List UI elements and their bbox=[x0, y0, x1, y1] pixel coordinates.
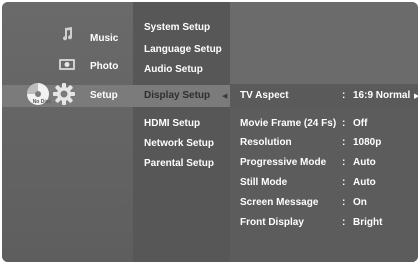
setup-menu-item-network[interactable]: Network Setup bbox=[144, 138, 214, 150]
option-label-progressive-mode[interactable]: Progressive Mode bbox=[240, 157, 326, 169]
gear-icon bbox=[53, 83, 75, 110]
main-menu-item-photo[interactable]: Photo bbox=[90, 61, 118, 73]
option-value-front-display[interactable]: Bright bbox=[353, 217, 382, 229]
option-value-resolution[interactable]: 1080p bbox=[353, 137, 381, 149]
option-value-still-mode[interactable]: Auto bbox=[353, 177, 376, 189]
option-label-front-display[interactable]: Front Display bbox=[240, 217, 304, 229]
setup-menu-panel bbox=[133, 2, 230, 262]
main-menu-item-music[interactable]: Music bbox=[90, 33, 118, 45]
disc-icon bbox=[26, 82, 50, 111]
photo-icon bbox=[58, 57, 76, 76]
options-panel-header bbox=[230, 2, 418, 84]
setup-menu-item-display[interactable]: Display Setup bbox=[144, 90, 210, 102]
music-note-icon bbox=[59, 26, 75, 47]
option-separator: : bbox=[342, 157, 346, 168]
option-label-still-mode[interactable]: Still Mode bbox=[240, 177, 287, 189]
main-menu-item-setup[interactable]: Setup bbox=[90, 90, 118, 102]
submenu-arrow-icon: ◀ bbox=[222, 93, 228, 100]
setup-menu-item-system[interactable]: System Setup bbox=[144, 22, 210, 34]
option-label-tv-aspect[interactable]: TV Aspect bbox=[240, 90, 289, 102]
option-label-screen-message[interactable]: Screen Message bbox=[240, 197, 318, 209]
option-value-movie-frame[interactable]: Off bbox=[353, 118, 367, 130]
setup-screen: Music Photo Setup No Disc System Setup L… bbox=[2, 2, 418, 262]
option-label-movie-frame[interactable]: Movie Frame (24 Fs) bbox=[240, 118, 336, 130]
option-separator: : bbox=[342, 90, 346, 101]
setup-menu-item-hdmi[interactable]: HDMI Setup bbox=[144, 118, 200, 130]
option-separator: : bbox=[342, 177, 346, 188]
option-separator: : bbox=[342, 217, 346, 228]
no-disc-label: No Disc bbox=[32, 99, 52, 105]
option-value-progressive-mode[interactable]: Auto bbox=[353, 157, 376, 169]
option-value-screen-message[interactable]: On bbox=[353, 197, 367, 209]
setup-menu-item-parental[interactable]: Parental Setup bbox=[144, 158, 214, 170]
option-value-tv-aspect[interactable]: 16:9 Normal bbox=[353, 90, 410, 102]
option-separator: : bbox=[342, 118, 346, 129]
options-panel bbox=[230, 84, 418, 262]
option-arrow-icon: ▶ bbox=[414, 93, 418, 100]
option-separator: : bbox=[342, 197, 346, 208]
setup-menu-item-language[interactable]: Language Setup bbox=[144, 44, 222, 56]
option-label-resolution[interactable]: Resolution bbox=[240, 137, 292, 149]
option-separator: : bbox=[342, 137, 346, 148]
setup-menu-item-audio[interactable]: Audio Setup bbox=[144, 64, 203, 76]
